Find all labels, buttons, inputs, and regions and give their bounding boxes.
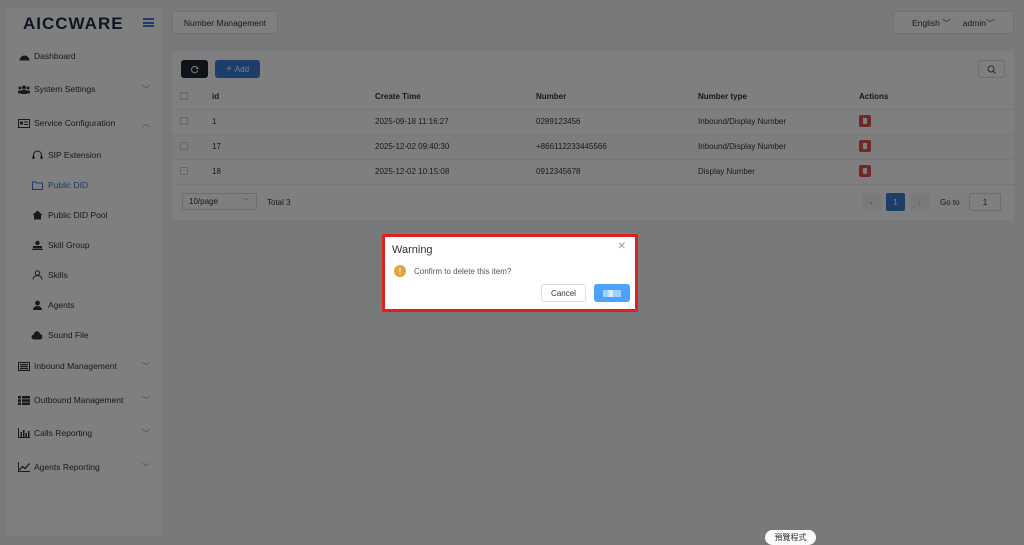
confirm-button-obscured-label [603,289,621,297]
dialog-message: Confirm to delete this item? [414,267,512,276]
close-icon[interactable]: ✕ [618,241,626,252]
warning-dialog: Warning ✕ ! Confirm to delete this item?… [382,234,638,312]
dialog-title: Warning [392,244,433,256]
cancel-button-label: Cancel [551,288,576,298]
cancel-button[interactable]: Cancel [541,284,586,302]
preview-app-pill[interactable]: 預覽程式 [765,530,816,545]
preview-app-label: 預覽程式 [774,533,807,542]
confirm-button[interactable] [594,284,630,302]
warning-icon: ! [394,265,406,277]
